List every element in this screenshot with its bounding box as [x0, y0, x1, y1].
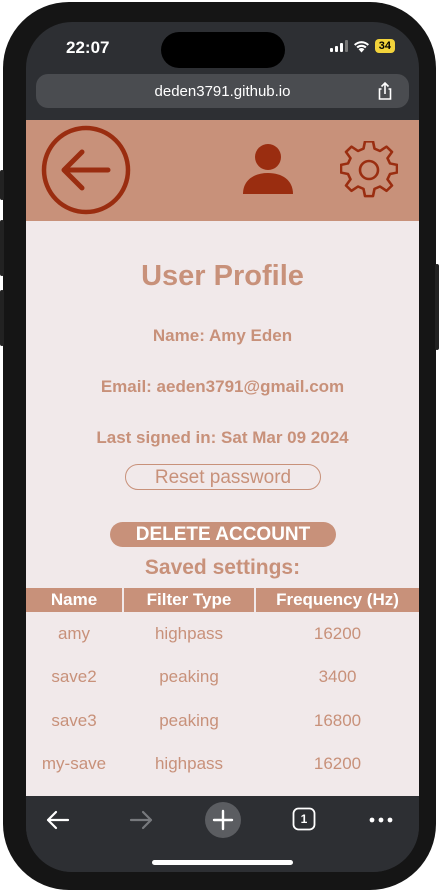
tab-count: 1	[300, 812, 308, 826]
profile-email: Email: aeden3791@gmail.com	[100, 377, 345, 396]
web-page: User Profile Name: Amy Eden Email: aeden…	[26, 120, 419, 796]
arrow-left-circle-icon[interactable]	[40, 124, 132, 216]
profile-name: Name: Amy Eden	[152, 326, 293, 345]
table-header: Name Filter Type Frequency (Hz)	[26, 588, 419, 612]
home-indicator[interactable]	[152, 860, 293, 865]
battery-indicator: 34	[374, 39, 395, 53]
screen: 22:07 34 deden3791.github.io User Profil…	[26, 22, 419, 872]
status-icons: 34	[329, 39, 395, 53]
gear-icon[interactable]	[340, 141, 398, 199]
saved-settings-table: amy highpass 16200 save2 peaking 3400 sa…	[26, 612, 419, 786]
cell-frequency: 16800	[313, 710, 362, 730]
action-button	[0, 170, 4, 200]
cell-name: save2	[51, 667, 97, 687]
cell-filter-type: highpass	[154, 623, 224, 643]
tabs-icon[interactable]: 1	[292, 807, 316, 831]
cell-filter-type: peaking	[159, 667, 219, 687]
volume-down-button	[0, 290, 4, 346]
page-title: User Profile	[141, 260, 304, 292]
url-text: deden3791.github.io	[154, 83, 291, 100]
cellular-signal-icon	[329, 40, 348, 52]
cell-frequency: 16200	[313, 623, 362, 643]
cell-name: my-save	[41, 754, 107, 774]
saved-settings-title: Saved settings:	[144, 556, 301, 579]
cell-frequency: 16200	[313, 754, 362, 774]
forward-arrow-icon[interactable]	[127, 806, 155, 834]
profile-last-signed-in: Last signed in: Sat Mar 09 2024	[96, 428, 349, 447]
reset-password-button[interactable]: Reset password	[125, 464, 321, 490]
delete-account-button[interactable]: DELETE ACCOUNT	[110, 522, 336, 547]
cell-filter-type: highpass	[154, 754, 224, 774]
more-options-icon[interactable]	[367, 806, 395, 834]
phone-frame: 22:07 34 deden3791.github.io User Profil…	[0, 2, 439, 890]
cell-frequency: 3400	[318, 667, 357, 687]
wifi-icon	[353, 40, 369, 52]
new-tab-plus-icon[interactable]	[204, 801, 242, 839]
column-header-name: Name	[26, 588, 122, 612]
column-header-frequency: Frequency (Hz)	[256, 588, 419, 612]
back-arrow-icon[interactable]	[44, 806, 72, 834]
table-row[interactable]: my-save highpass 16200	[26, 743, 419, 787]
table-row[interactable]: amy highpass 16200	[26, 612, 419, 656]
table-row[interactable]: save2 peaking 3400	[26, 656, 419, 700]
cell-name: save3	[51, 710, 97, 730]
cell-name: amy	[57, 623, 91, 643]
power-button	[435, 264, 439, 350]
address-bar[interactable]: deden3791.github.io	[36, 74, 409, 108]
volume-up-button	[0, 220, 4, 276]
status-bar: 22:07 34	[26, 22, 419, 74]
page-header	[26, 120, 419, 221]
table-row[interactable]: save3 peaking 16800	[26, 699, 419, 743]
user-silhouette-icon[interactable]	[240, 140, 296, 196]
dynamic-island	[161, 32, 285, 68]
column-header-filter-type: Filter Type	[124, 588, 254, 612]
share-icon[interactable]	[375, 81, 395, 101]
cell-filter-type: peaking	[159, 710, 219, 730]
status-time: 22:07	[66, 38, 110, 57]
